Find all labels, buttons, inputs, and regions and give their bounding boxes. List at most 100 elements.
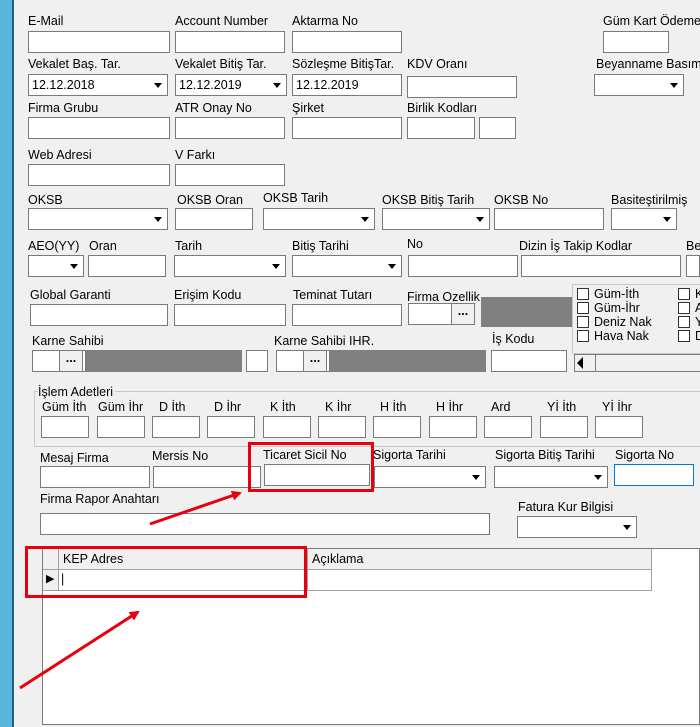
checkbox-0[interactable]: Güm-İth bbox=[577, 288, 639, 301]
bitis-tarihi-date[interactable] bbox=[292, 255, 402, 277]
karne-sahibi-ihr-ellipsis-button[interactable]: ... bbox=[303, 350, 327, 372]
aeo-select[interactable] bbox=[28, 255, 84, 277]
oksb-no-field[interactable] bbox=[494, 208, 604, 230]
gum-kart-field[interactable] bbox=[603, 31, 669, 53]
islem-count-field[interactable] bbox=[595, 416, 643, 438]
email-field[interactable] bbox=[28, 31, 170, 53]
be-label: Be bbox=[686, 239, 700, 253]
chevron-down-icon[interactable] bbox=[383, 256, 401, 276]
global-garanti-label: Global Garanti bbox=[30, 288, 111, 302]
checkbox-col2-2[interactable]: Y bbox=[678, 316, 700, 329]
karne-sahibi-ellipsis-button[interactable]: ... bbox=[59, 350, 83, 372]
islem-count-field[interactable] bbox=[484, 416, 532, 438]
sozlesme-bitis-field[interactable]: 12.12.2019 bbox=[292, 74, 402, 96]
oksb-select[interactable] bbox=[28, 208, 168, 230]
checkbox-box[interactable] bbox=[577, 330, 589, 342]
scroll-thumb[interactable] bbox=[595, 354, 596, 372]
oksb-oran-field[interactable] bbox=[175, 208, 253, 230]
chevron-down-icon[interactable] bbox=[658, 209, 676, 229]
checkbox-group-scrollbar[interactable] bbox=[574, 354, 700, 372]
scroll-left-arrow-icon[interactable] bbox=[577, 357, 583, 369]
checkbox-box[interactable] bbox=[577, 302, 589, 314]
left-window-border bbox=[12, 0, 14, 727]
islem-count-field[interactable] bbox=[97, 416, 145, 438]
checkbox-box[interactable] bbox=[678, 316, 690, 328]
islem-count-field[interactable] bbox=[263, 416, 311, 438]
kdv-orani-field[interactable] bbox=[407, 76, 517, 98]
sigorta-tarihi-date[interactable] bbox=[374, 466, 486, 488]
web-adresi-field[interactable] bbox=[28, 164, 170, 186]
mesaj-firma-label: Mesaj Firma bbox=[40, 451, 109, 465]
birlik-kodlari-field[interactable] bbox=[407, 117, 475, 139]
chevron-down-icon[interactable] bbox=[149, 209, 167, 229]
chevron-down-icon[interactable] bbox=[589, 467, 607, 487]
firma-grubu-field[interactable] bbox=[28, 117, 170, 139]
islem-count-field[interactable] bbox=[429, 416, 477, 438]
vekalet-bas-date[interactable]: 12.12.2018 bbox=[28, 74, 168, 96]
erisim-kodu-label: Erişim Kodu bbox=[174, 288, 242, 302]
be-field[interactable] bbox=[686, 255, 700, 277]
checkbox-col2-0[interactable]: K bbox=[678, 288, 700, 301]
sigorta-bitis-date[interactable] bbox=[494, 466, 608, 488]
tarih-date[interactable] bbox=[174, 255, 286, 277]
islem-count-field[interactable] bbox=[540, 416, 588, 438]
firma-rapor-field[interactable] bbox=[40, 513, 490, 535]
vekalet-bitis-date[interactable]: 12.12.2019 bbox=[175, 74, 287, 96]
mersis-no-field[interactable] bbox=[153, 466, 261, 488]
aktarma-no-field[interactable] bbox=[292, 31, 402, 53]
karne-sahibi-extra-field[interactable] bbox=[246, 350, 268, 372]
grid-header-aciklama[interactable]: Açıklama bbox=[308, 549, 652, 570]
beyanname-basim-select[interactable] bbox=[594, 74, 684, 96]
islem-count-field[interactable] bbox=[152, 416, 200, 438]
tarih-label: Tarih bbox=[175, 239, 203, 253]
chevron-down-icon[interactable] bbox=[471, 209, 489, 229]
mesaj-firma-field[interactable] bbox=[40, 466, 150, 488]
chevron-down-icon[interactable] bbox=[467, 467, 485, 487]
chevron-down-icon[interactable] bbox=[356, 209, 374, 229]
oksb-tarih-date[interactable] bbox=[263, 208, 375, 230]
teminat-tutari-field[interactable] bbox=[292, 304, 402, 326]
v-farki-field[interactable] bbox=[175, 164, 285, 186]
checkbox-label: A bbox=[695, 301, 700, 315]
chevron-down-icon[interactable] bbox=[618, 517, 636, 537]
checkbox-col2-3[interactable]: D bbox=[678, 330, 700, 343]
checkbox-label: Deniz Nak bbox=[594, 315, 652, 329]
checkbox-box[interactable] bbox=[678, 302, 690, 314]
checkbox-box[interactable] bbox=[577, 288, 589, 300]
basitestirilmis-select[interactable] bbox=[611, 208, 677, 230]
erisim-kodu-field[interactable] bbox=[174, 304, 286, 326]
v-farki-label: V Farkı bbox=[175, 148, 216, 162]
dizin-field[interactable] bbox=[521, 255, 681, 277]
birlik-kodlari-field-2[interactable] bbox=[479, 117, 516, 139]
checkbox-box[interactable] bbox=[678, 330, 690, 342]
is-kodu-field[interactable] bbox=[491, 350, 567, 372]
checkbox-1[interactable]: Güm-İhr bbox=[577, 302, 640, 315]
global-garanti-field[interactable] bbox=[30, 304, 168, 326]
islem-count-field[interactable] bbox=[207, 416, 255, 438]
account-number-field[interactable] bbox=[175, 31, 285, 53]
chevron-down-icon[interactable] bbox=[65, 256, 83, 276]
islem-count-field[interactable] bbox=[373, 416, 421, 438]
sirket-field[interactable] bbox=[292, 117, 402, 139]
checkbox-box[interactable] bbox=[577, 316, 589, 328]
oksb-bitis-date[interactable] bbox=[382, 208, 490, 230]
checkbox-col2-1[interactable]: A bbox=[678, 302, 700, 315]
no-field[interactable] bbox=[408, 255, 518, 277]
atr-onay-field[interactable] bbox=[175, 117, 285, 139]
fatura-kur-select[interactable] bbox=[517, 516, 637, 538]
islem-count-field[interactable] bbox=[41, 416, 89, 438]
chevron-down-icon[interactable] bbox=[267, 256, 285, 276]
sigorta-bitis-label: Sigorta Bitiş Tarihi bbox=[495, 448, 595, 462]
sigorta-no-field[interactable] bbox=[614, 464, 694, 486]
chevron-down-icon[interactable] bbox=[268, 75, 286, 95]
oran-field[interactable] bbox=[88, 255, 166, 277]
islem-count-field[interactable] bbox=[318, 416, 366, 438]
firma-ozellik-ellipsis-button[interactable]: ... bbox=[451, 303, 475, 325]
checkbox-box[interactable] bbox=[678, 288, 690, 300]
chevron-down-icon[interactable] bbox=[149, 75, 167, 95]
checkbox-2[interactable]: Deniz Nak bbox=[577, 316, 652, 329]
chevron-down-icon[interactable] bbox=[665, 75, 683, 95]
dizin-label: Dizin İş Takip Kodlar bbox=[519, 239, 633, 253]
grid-cell-aciklama[interactable] bbox=[308, 570, 652, 591]
checkbox-3[interactable]: Hava Nak bbox=[577, 330, 649, 343]
